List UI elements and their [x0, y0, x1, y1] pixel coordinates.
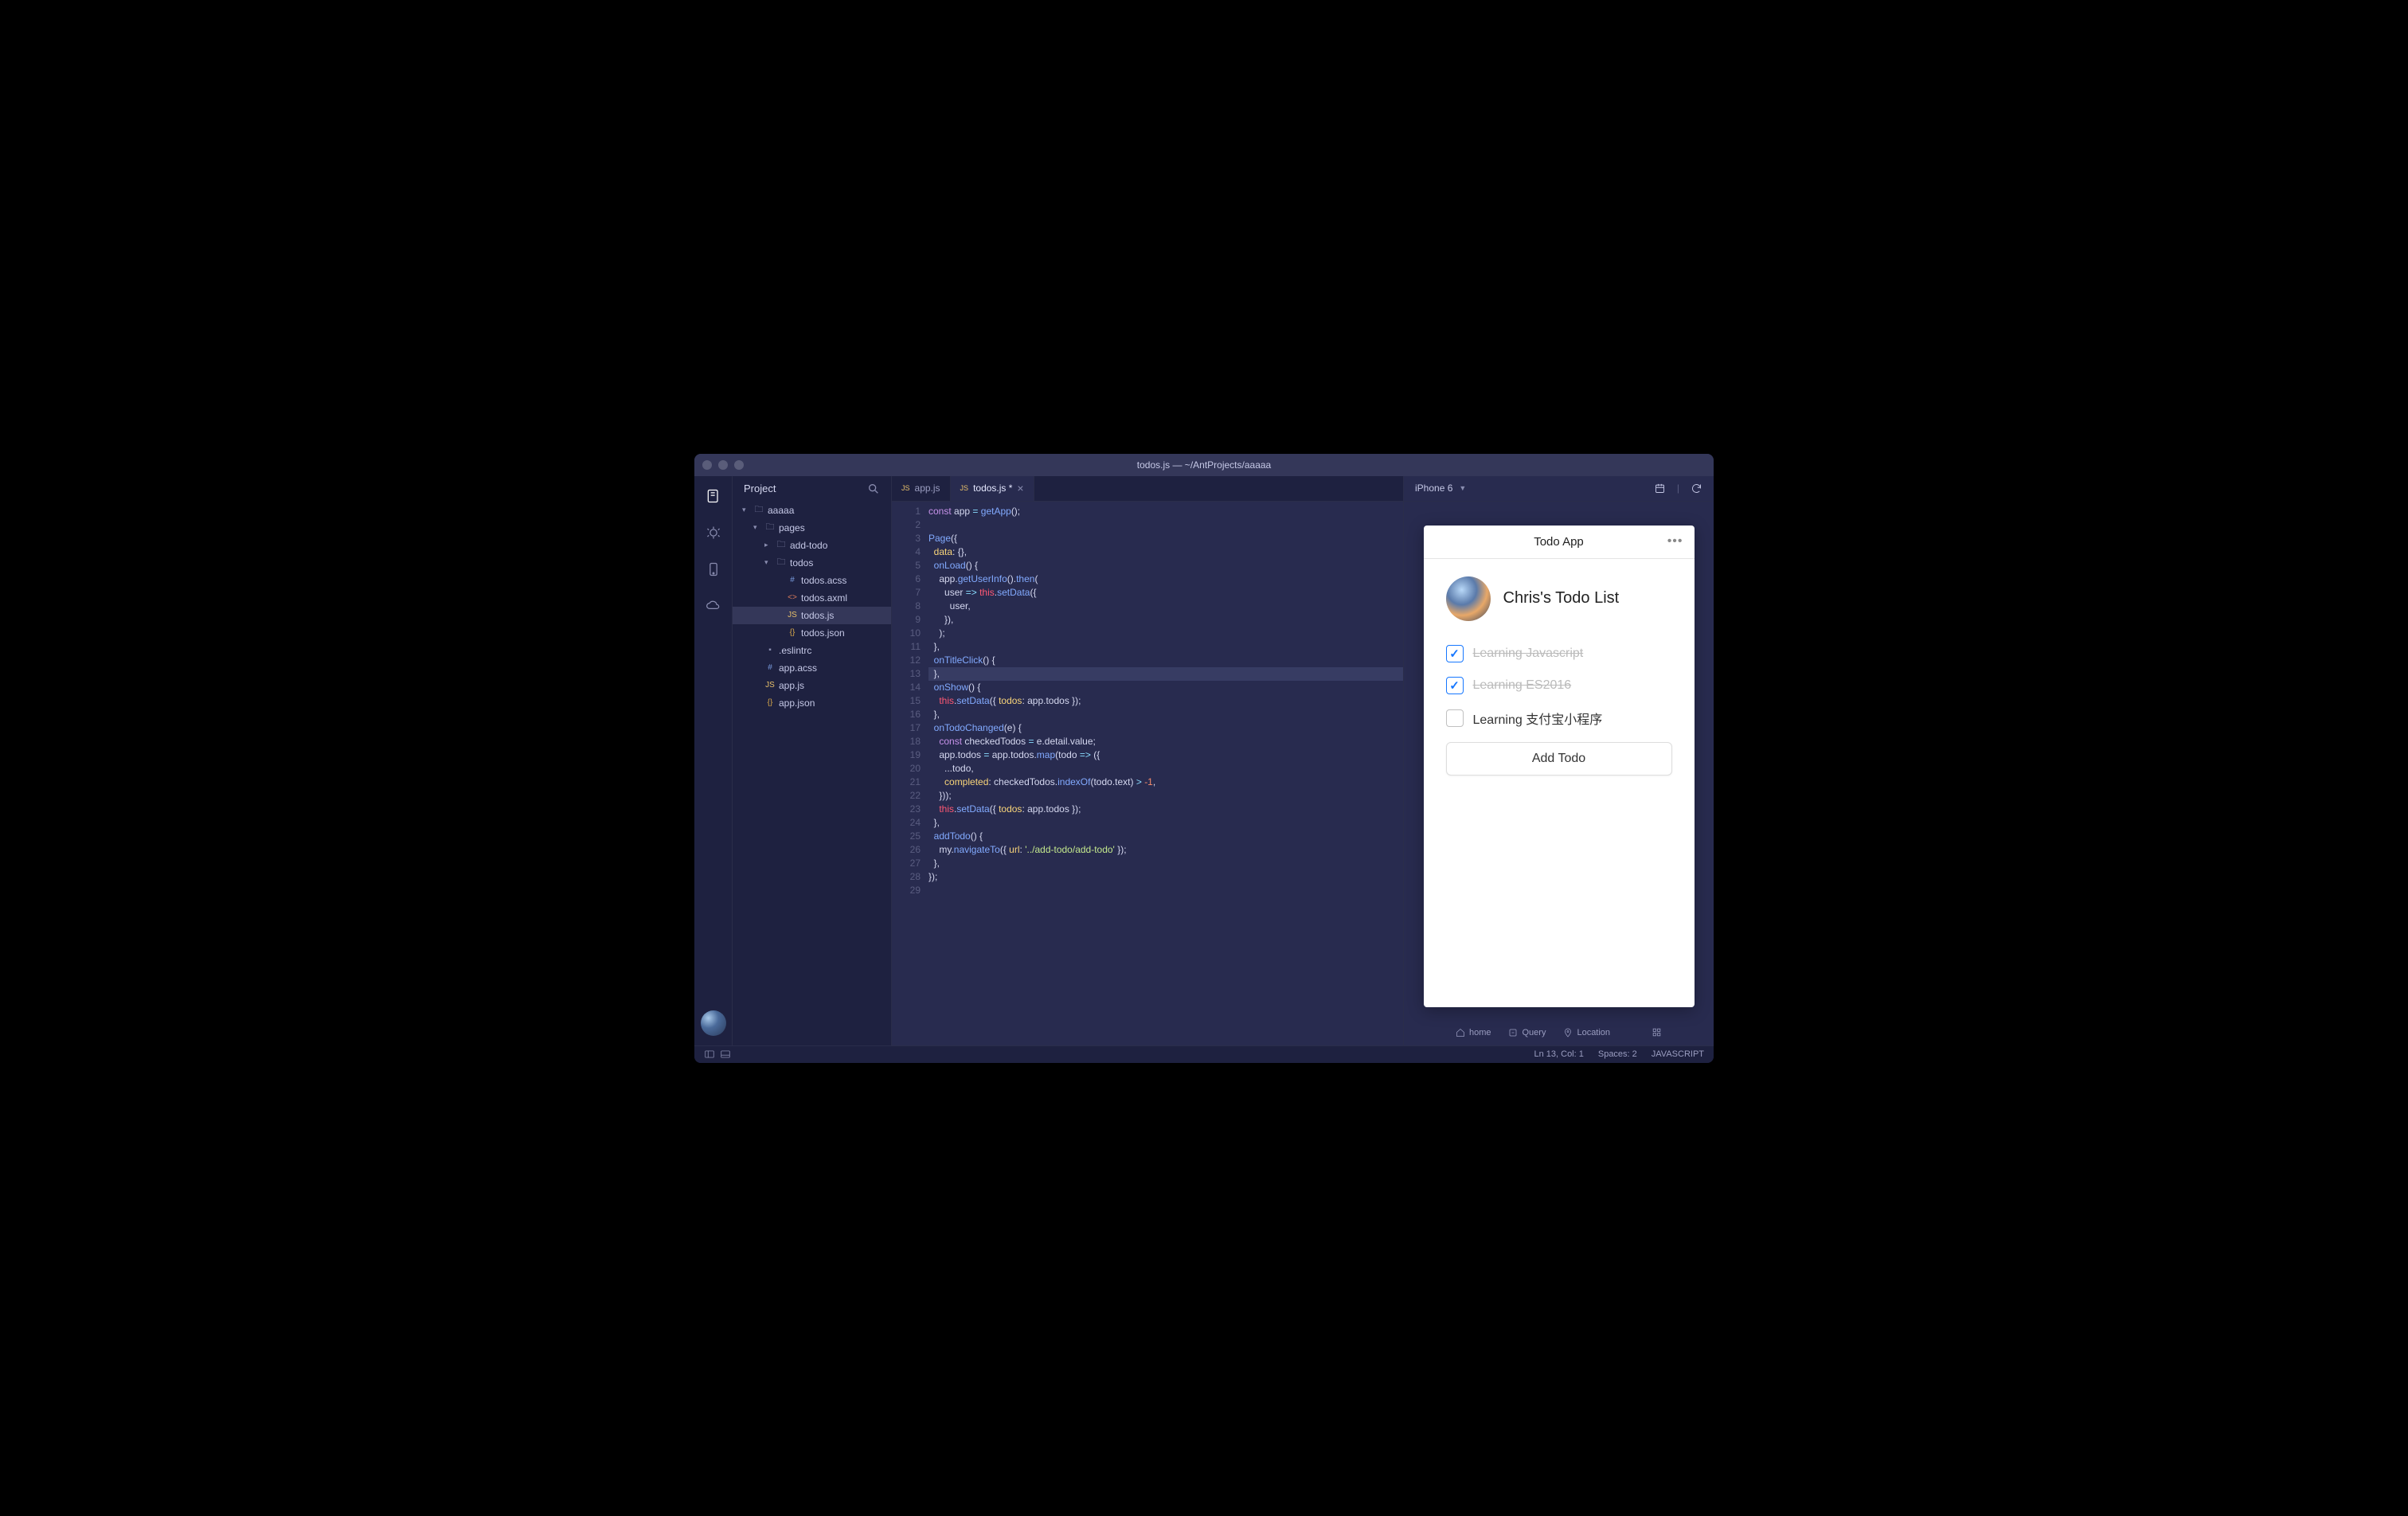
- cloud-icon[interactable]: [705, 597, 722, 615]
- todo-text: Learning 支付宝小程序: [1473, 709, 1603, 728]
- grid-icon[interactable]: [1652, 1027, 1662, 1037]
- phone-body: Chris's Todo List Learning JavascriptLea…: [1424, 559, 1695, 1007]
- status-bar: Ln 13, Col: 1 Spaces: 2 JAVASCRIPT: [694, 1045, 1714, 1063]
- zoom-window[interactable]: [734, 460, 744, 470]
- footer-home[interactable]: home: [1456, 1028, 1491, 1037]
- tree-node-add-todo[interactable]: ▸🗀add-todo: [733, 537, 891, 554]
- todos-list: Learning Javascript Learning ES2016 Learni…: [1446, 645, 1672, 728]
- preview-actions: |: [1654, 483, 1702, 494]
- todo-checkbox[interactable]: [1446, 645, 1464, 662]
- tree-node-todos.json[interactable]: {}todos.json: [733, 624, 891, 642]
- file-tree: ▾🗀aaaaa▾🗀pages▸🗀add-todo▾🗀todos#todos.ac…: [733, 502, 891, 1045]
- tree-node-todos.axml[interactable]: <>todos.axml: [733, 589, 891, 607]
- user-avatar-small[interactable]: [701, 1010, 726, 1036]
- preview-panel: iPhone 6 ▼ | Todo App •••: [1403, 476, 1714, 1045]
- more-icon[interactable]: •••: [1667, 534, 1683, 549]
- sidebar-header: Project: [733, 476, 891, 502]
- user-row: Chris's Todo List: [1446, 576, 1672, 621]
- code-editor[interactable]: 1234567891011121314151617181920212223242…: [892, 502, 1403, 1045]
- debug-icon[interactable]: [705, 524, 722, 541]
- main-area: Project ▾🗀aaaaa▾🗀pages▸🗀add-todo▾🗀todos#…: [694, 476, 1714, 1045]
- tree-node-aaaaa[interactable]: ▾🗀aaaaa: [733, 502, 891, 519]
- todo-item: Learning Javascript: [1446, 645, 1672, 662]
- editor-wrap: JSapp.jsJStodos.js *× 123456789101112131…: [892, 476, 1403, 1045]
- app-title: Todo App: [1534, 535, 1584, 549]
- phone-area: Todo App ••• Chris's Todo List Learning …: [1404, 502, 1714, 1020]
- tree-node-app.acss[interactable]: #app.acss: [733, 659, 891, 677]
- explorer-icon[interactable]: [705, 487, 722, 505]
- todo-item: Learning ES2016: [1446, 677, 1672, 694]
- preview-header: iPhone 6 ▼ |: [1404, 476, 1714, 502]
- add-todo-button[interactable]: Add Todo: [1446, 742, 1672, 776]
- tree-node-.eslintrc[interactable]: ▪.eslintrc: [733, 642, 891, 659]
- todo-text: Learning Javascript: [1473, 647, 1584, 661]
- status-right: Ln 13, Col: 1 Spaces: 2 JAVASCRIPT: [1534, 1049, 1704, 1059]
- tree-node-todos[interactable]: ▾🗀todos: [733, 554, 891, 572]
- sidebar: Project ▾🗀aaaaa▾🗀pages▸🗀add-todo▾🗀todos#…: [733, 476, 892, 1045]
- user-avatar: [1446, 576, 1491, 621]
- chevron-down-icon: ▼: [1459, 484, 1466, 492]
- preview-footer: home Query Location: [1404, 1020, 1714, 1045]
- indent-setting[interactable]: Spaces: 2: [1598, 1049, 1637, 1059]
- list-title: Chris's Todo List: [1503, 589, 1620, 608]
- activity-bar: [694, 476, 733, 1045]
- todo-checkbox[interactable]: [1446, 677, 1464, 694]
- line-gutter: 1234567891011121314151617181920212223242…: [892, 502, 928, 1045]
- cursor-position[interactable]: Ln 13, Col: 1: [1534, 1049, 1583, 1059]
- tree-node-todos.js[interactable]: JStodos.js: [733, 607, 891, 624]
- phone-header: Todo App •••: [1424, 526, 1695, 559]
- search-icon[interactable]: [867, 483, 880, 495]
- app-window: todos.js — ~/AntProjects/aaaaa Project ▾…: [694, 454, 1714, 1063]
- device-selector[interactable]: iPhone 6 ▼: [1415, 483, 1466, 494]
- sidebar-title: Project: [744, 483, 776, 494]
- minimize-window[interactable]: [718, 460, 728, 470]
- calendar-icon[interactable]: [1654, 483, 1666, 494]
- tree-node-pages[interactable]: ▾🗀pages: [733, 519, 891, 537]
- panel-layout-icon[interactable]: [704, 1049, 715, 1060]
- tree-node-app.js[interactable]: JSapp.js: [733, 677, 891, 694]
- language-mode[interactable]: JAVASCRIPT: [1652, 1049, 1704, 1059]
- titlebar[interactable]: todos.js — ~/AntProjects/aaaaa: [694, 454, 1714, 476]
- traffic-lights: [702, 460, 744, 470]
- todo-item: Learning 支付宝小程序: [1446, 709, 1672, 728]
- window-title: todos.js — ~/AntProjects/aaaaa: [1137, 459, 1271, 471]
- close-tab-icon[interactable]: ×: [1017, 482, 1023, 494]
- code-body[interactable]: const app = getApp(); Page({ data: {}, o…: [928, 502, 1403, 1045]
- status-left: [704, 1049, 731, 1060]
- footer-location[interactable]: Location: [1563, 1028, 1610, 1037]
- simulator-icon[interactable]: [705, 561, 722, 578]
- tree-node-todos.acss[interactable]: #todos.acss: [733, 572, 891, 589]
- phone-frame: Todo App ••• Chris's Todo List Learning …: [1424, 526, 1695, 1007]
- footer-query[interactable]: Query: [1508, 1028, 1546, 1037]
- refresh-icon[interactable]: [1691, 483, 1702, 494]
- todo-checkbox[interactable]: [1446, 709, 1464, 727]
- tree-node-app.json[interactable]: {}app.json: [733, 694, 891, 712]
- editor-tabs: JSapp.jsJStodos.js *×: [892, 476, 1403, 502]
- panel-bottom-icon[interactable]: [720, 1049, 731, 1060]
- close-window[interactable]: [702, 460, 712, 470]
- device-name: iPhone 6: [1415, 483, 1452, 494]
- todo-text: Learning ES2016: [1473, 678, 1572, 693]
- tab-todos.js[interactable]: JStodos.js *×: [951, 476, 1034, 501]
- tab-app.js[interactable]: JSapp.js: [892, 476, 951, 501]
